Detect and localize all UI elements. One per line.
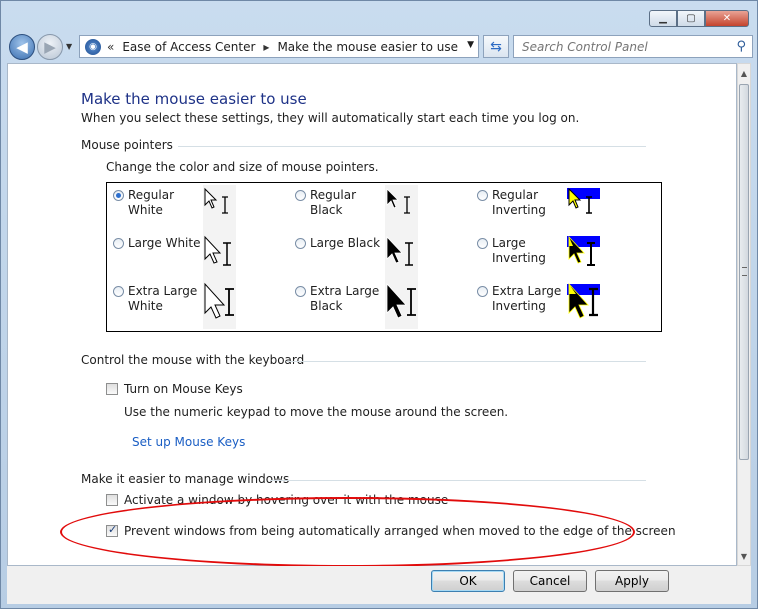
- divider: [286, 361, 646, 362]
- cancel-button[interactable]: Cancel: [513, 570, 587, 592]
- radio-large-black[interactable]: Large Black: [295, 236, 382, 251]
- highlight-ellipse: [60, 497, 635, 567]
- radio-button[interactable]: [295, 190, 306, 201]
- minimize-icon: ▁: [659, 13, 667, 24]
- black-arrow-icon: [386, 235, 413, 266]
- radio-extra-large-white[interactable]: Extra Large White: [113, 284, 200, 314]
- refresh-button[interactable]: ⇆: [483, 35, 509, 58]
- chevron-left-icon[interactable]: «: [107, 40, 114, 54]
- radio-regular-inverting[interactable]: Regular Inverting: [477, 188, 564, 218]
- page-title: Make the mouse easier to use: [81, 90, 307, 108]
- pointer-preview-large-black: [385, 233, 418, 281]
- forward-button[interactable]: ▶: [37, 34, 63, 60]
- maximize-button[interactable]: ▢: [677, 10, 705, 27]
- hover-activate-checkbox[interactable]: [106, 494, 118, 506]
- pointer-preview-extra-large-inverting: [567, 281, 600, 329]
- section-heading-keyboard: Control the mouse with the keyboard: [81, 353, 305, 367]
- inverting-arrow-icon: [567, 282, 600, 319]
- option-label: Large Black: [310, 236, 381, 250]
- navigation-toolbar: ◀ ▶ ▼ ◉ « Ease of Access Center ▸ Make t…: [7, 33, 753, 61]
- minimize-button[interactable]: ▁: [649, 10, 677, 27]
- pointer-scheme-group: Regular White Regular Black Regular Inve…: [106, 182, 662, 332]
- white-arrow-icon: [204, 187, 228, 214]
- radio-button[interactable]: [477, 286, 488, 297]
- radio-large-inverting[interactable]: Large Inverting: [477, 236, 550, 266]
- mouse-keys-label[interactable]: Turn on Mouse Keys: [124, 382, 243, 396]
- ok-button[interactable]: OK: [431, 570, 505, 592]
- content-pane: Make the mouse easier to use When you se…: [7, 63, 737, 566]
- inverting-arrow-icon: [567, 187, 600, 214]
- divider: [270, 480, 646, 481]
- address-dropdown-icon[interactable]: ▼: [467, 40, 474, 50]
- radio-extra-large-black[interactable]: Extra Large Black: [295, 284, 382, 314]
- white-arrow-icon: [204, 282, 234, 319]
- pointers-description: Change the color and size of mouse point…: [106, 160, 379, 174]
- scrollbar-thumb[interactable]: [739, 84, 749, 460]
- grip-icon: [742, 267, 747, 276]
- radio-button[interactable]: [113, 238, 124, 249]
- back-button[interactable]: ◀: [9, 34, 35, 60]
- close-icon: ✕: [722, 13, 732, 24]
- radio-button[interactable]: [295, 286, 306, 297]
- radio-button[interactable]: [477, 190, 488, 201]
- breadcrumb-ease-of-access[interactable]: Ease of Access Center: [122, 40, 255, 54]
- radio-extra-large-inverting[interactable]: Extra Large Inverting: [477, 284, 564, 314]
- pointer-preview-large-inverting: [567, 233, 600, 281]
- inverting-arrow-icon: [567, 235, 600, 266]
- pointer-preview-regular-inverting: [567, 185, 600, 233]
- option-label: Extra Large Black: [310, 284, 380, 313]
- mouse-keys-description: Use the numeric keypad to move the mouse…: [124, 405, 509, 419]
- pointer-preview-regular-black: [385, 185, 418, 233]
- vertical-scrollbar[interactable]: ▲ ▼: [737, 63, 751, 566]
- section-heading-windows: Make it easier to manage windows: [81, 472, 290, 486]
- option-label: Regular Black: [310, 188, 357, 217]
- caption-buttons: ▁ ▢ ✕: [649, 10, 749, 27]
- option-label: Regular Inverting: [492, 188, 546, 217]
- refresh-icon: ⇆: [490, 38, 502, 55]
- mouse-keys-checkbox-row[interactable]: Turn on Mouse Keys: [106, 382, 243, 396]
- arrow-left-icon: ◀: [16, 38, 28, 56]
- breadcrumb-separator-icon[interactable]: ▸: [263, 40, 269, 54]
- apply-button[interactable]: Apply: [595, 570, 669, 592]
- pointer-preview-extra-large-black: [385, 281, 418, 329]
- divider: [178, 146, 646, 147]
- pointer-preview-extra-large-white: [203, 281, 236, 329]
- mouse-keys-checkbox[interactable]: [106, 383, 118, 395]
- breadcrumb-mouse[interactable]: Make the mouse easier to use: [277, 40, 458, 54]
- radio-large-white[interactable]: Large White: [113, 236, 208, 251]
- scroll-down-icon[interactable]: ▼: [738, 549, 750, 563]
- section-heading-pointers: Mouse pointers: [81, 138, 173, 152]
- black-arrow-icon: [386, 282, 416, 319]
- radio-regular-white[interactable]: Regular White: [113, 188, 200, 218]
- radio-regular-black[interactable]: Regular Black: [295, 188, 390, 218]
- radio-button[interactable]: [113, 190, 124, 201]
- search-icon[interactable]: ⚲: [736, 39, 746, 54]
- maximize-icon: ▢: [686, 13, 696, 24]
- option-label: Large Inverting: [492, 236, 546, 265]
- radio-button[interactable]: [295, 238, 306, 249]
- white-arrow-icon: [204, 235, 231, 266]
- address-bar[interactable]: ◉ « Ease of Access Center ▸ Make the mou…: [79, 35, 479, 58]
- recent-pages-dropdown[interactable]: ▼: [66, 42, 72, 51]
- pointer-preview-large-white: [203, 233, 236, 281]
- black-arrow-icon: [386, 188, 410, 214]
- scroll-up-icon[interactable]: ▲: [738, 66, 750, 80]
- option-label: Extra Large Inverting: [492, 284, 562, 313]
- page-subtitle: When you select these settings, they wil…: [81, 111, 580, 125]
- pointer-preview-regular-white: [203, 185, 236, 233]
- option-label: Extra Large White: [128, 284, 198, 313]
- option-label: Large White: [128, 236, 201, 250]
- close-button[interactable]: ✕: [705, 10, 749, 27]
- arrow-right-icon: ▶: [44, 38, 56, 56]
- radio-button[interactable]: [113, 286, 124, 297]
- search-box[interactable]: ⚲: [513, 35, 753, 58]
- radio-button[interactable]: [477, 238, 488, 249]
- option-label: Regular White: [128, 188, 175, 217]
- control-panel-icon: ◉: [85, 38, 101, 55]
- search-input[interactable]: [520, 38, 734, 55]
- setup-mouse-keys-link[interactable]: Set up Mouse Keys: [132, 435, 245, 449]
